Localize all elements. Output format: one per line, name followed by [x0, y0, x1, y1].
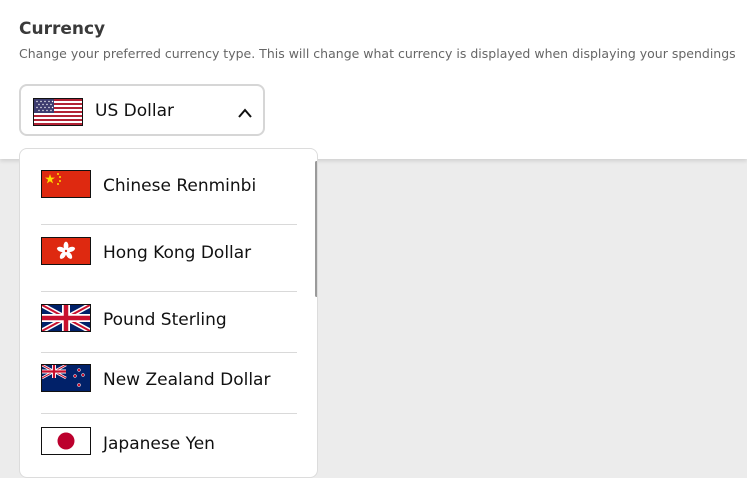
- dropdown-scrollbar[interactable]: [315, 161, 317, 297]
- divider: [41, 413, 297, 414]
- section-description: Change your preferred currency type. Thi…: [19, 46, 736, 61]
- option-label: Chinese Renminbi: [103, 176, 257, 196]
- option-japanese-yen[interactable]: Japanese Yen: [41, 415, 297, 471]
- option-hong-kong-dollar[interactable]: Hong Kong Dollar: [41, 227, 297, 283]
- currency-settings-card: Currency Change your preferred currency …: [0, 0, 747, 159]
- new-zealand-flag-icon: [41, 364, 91, 392]
- section-title: Currency: [19, 19, 106, 39]
- chevron-up-icon: [237, 104, 253, 123]
- divider: [41, 224, 297, 225]
- currency-dropdown-menu: Chinese Renminbi Hong Kong Dollar Pound …: [19, 148, 318, 478]
- option-label: New Zealand Dollar: [103, 370, 271, 390]
- option-chinese-renminbi[interactable]: Chinese Renminbi: [41, 159, 297, 215]
- currency-select[interactable]: US Dollar: [19, 84, 265, 136]
- hong-kong-flag-icon: [41, 237, 91, 265]
- option-label: Pound Sterling: [103, 310, 227, 330]
- option-new-zealand-dollar[interactable]: New Zealand Dollar: [41, 352, 297, 408]
- option-label: Hong Kong Dollar: [103, 243, 252, 263]
- us-flag-icon: [33, 98, 83, 126]
- selected-currency-label: US Dollar: [95, 101, 174, 121]
- china-flag-icon: [41, 170, 91, 198]
- option-pound-sterling[interactable]: Pound Sterling: [41, 292, 297, 348]
- japan-flag-icon: [41, 427, 91, 455]
- uk-flag-icon: [41, 304, 91, 332]
- option-label: Japanese Yen: [103, 434, 215, 454]
